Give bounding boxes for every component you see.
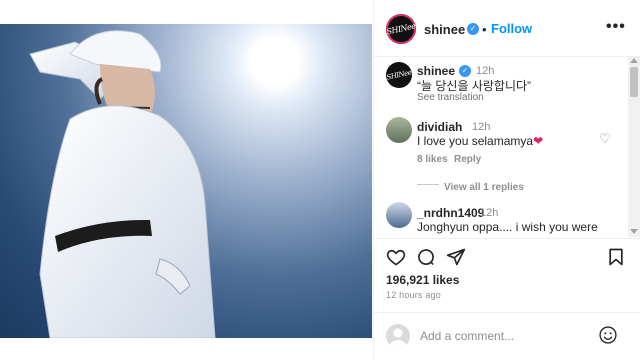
author-avatar[interactable]: SHINee — [386, 14, 416, 44]
verified-icon: ✓ — [459, 65, 471, 77]
comment-text: Jonghyun oppa.... i wish you were — [417, 220, 598, 234]
action-bar: 196,921 likes 12 hours ago — [374, 238, 640, 308]
current-user-avatar[interactable] — [386, 324, 410, 348]
verified-icon: ✓ — [467, 23, 479, 35]
post-timestamp[interactable]: 12 hours ago — [386, 290, 441, 300]
comment-text: I love you selamamya❤ — [417, 134, 543, 148]
reply-button[interactable]: Reply — [454, 154, 481, 165]
share-icon[interactable] — [446, 247, 466, 267]
comment-username[interactable]: _nrdhn1409 — [417, 206, 484, 220]
more-icon[interactable]: ••• — [606, 18, 626, 36]
view-replies-link[interactable]: View all 1 replies — [444, 182, 524, 193]
user-silhouette-icon — [389, 328, 407, 348]
scroll-down-arrow-icon[interactable] — [630, 229, 638, 234]
comment-likes[interactable]: 8 likes — [417, 154, 448, 165]
bookmark-icon[interactable] — [606, 247, 626, 267]
see-translation-link[interactable]: See translation — [417, 92, 484, 103]
comment-time[interactable]: 12h — [480, 207, 498, 219]
comment-avatar[interactable] — [386, 117, 412, 143]
comment-icon[interactable] — [416, 247, 436, 267]
comments-list[interactable]: SHINee shinee ✓ 12h “늘 당신을 사랑합니다” See tr… — [374, 57, 629, 237]
scroll-thumb[interactable] — [630, 67, 638, 97]
post-header: SHINee shinee ✓ • Follow ••• — [374, 0, 640, 57]
comment-input[interactable] — [420, 327, 590, 345]
header-separator: • — [482, 22, 487, 37]
follow-button[interactable]: Follow — [491, 21, 532, 36]
post-photo[interactable] — [0, 24, 372, 338]
heart-icon[interactable] — [386, 247, 406, 267]
comment-time[interactable]: 12h — [472, 121, 490, 133]
comment-avatar[interactable] — [386, 202, 412, 228]
caption-username[interactable]: shinee — [417, 64, 455, 78]
comment-username[interactable]: dividiah — [417, 120, 462, 134]
scroll-up-arrow-icon[interactable] — [630, 58, 638, 63]
add-comment-bar — [374, 312, 640, 360]
post-sidebar: SHINee shinee ✓ • Follow ••• SHINee shin… — [373, 0, 640, 360]
comments-scrollbar[interactable] — [628, 57, 640, 237]
caption-avatar[interactable]: SHINee — [386, 62, 412, 88]
author-username[interactable]: shinee — [424, 22, 465, 37]
heart-icon[interactable]: ♡ — [599, 131, 611, 147]
comment-text-body: I love you selamamya — [417, 134, 534, 148]
replies-divider — [417, 184, 439, 185]
emoji-icon[interactable] — [598, 325, 618, 345]
red-heart-icon: ❤ — [533, 134, 544, 148]
caption-time[interactable]: 12h — [476, 65, 494, 77]
performer-illustration — [29, 30, 216, 338]
avatar-logo: SHINee — [386, 68, 412, 82]
like-count[interactable]: 196,921 likes — [386, 273, 459, 287]
